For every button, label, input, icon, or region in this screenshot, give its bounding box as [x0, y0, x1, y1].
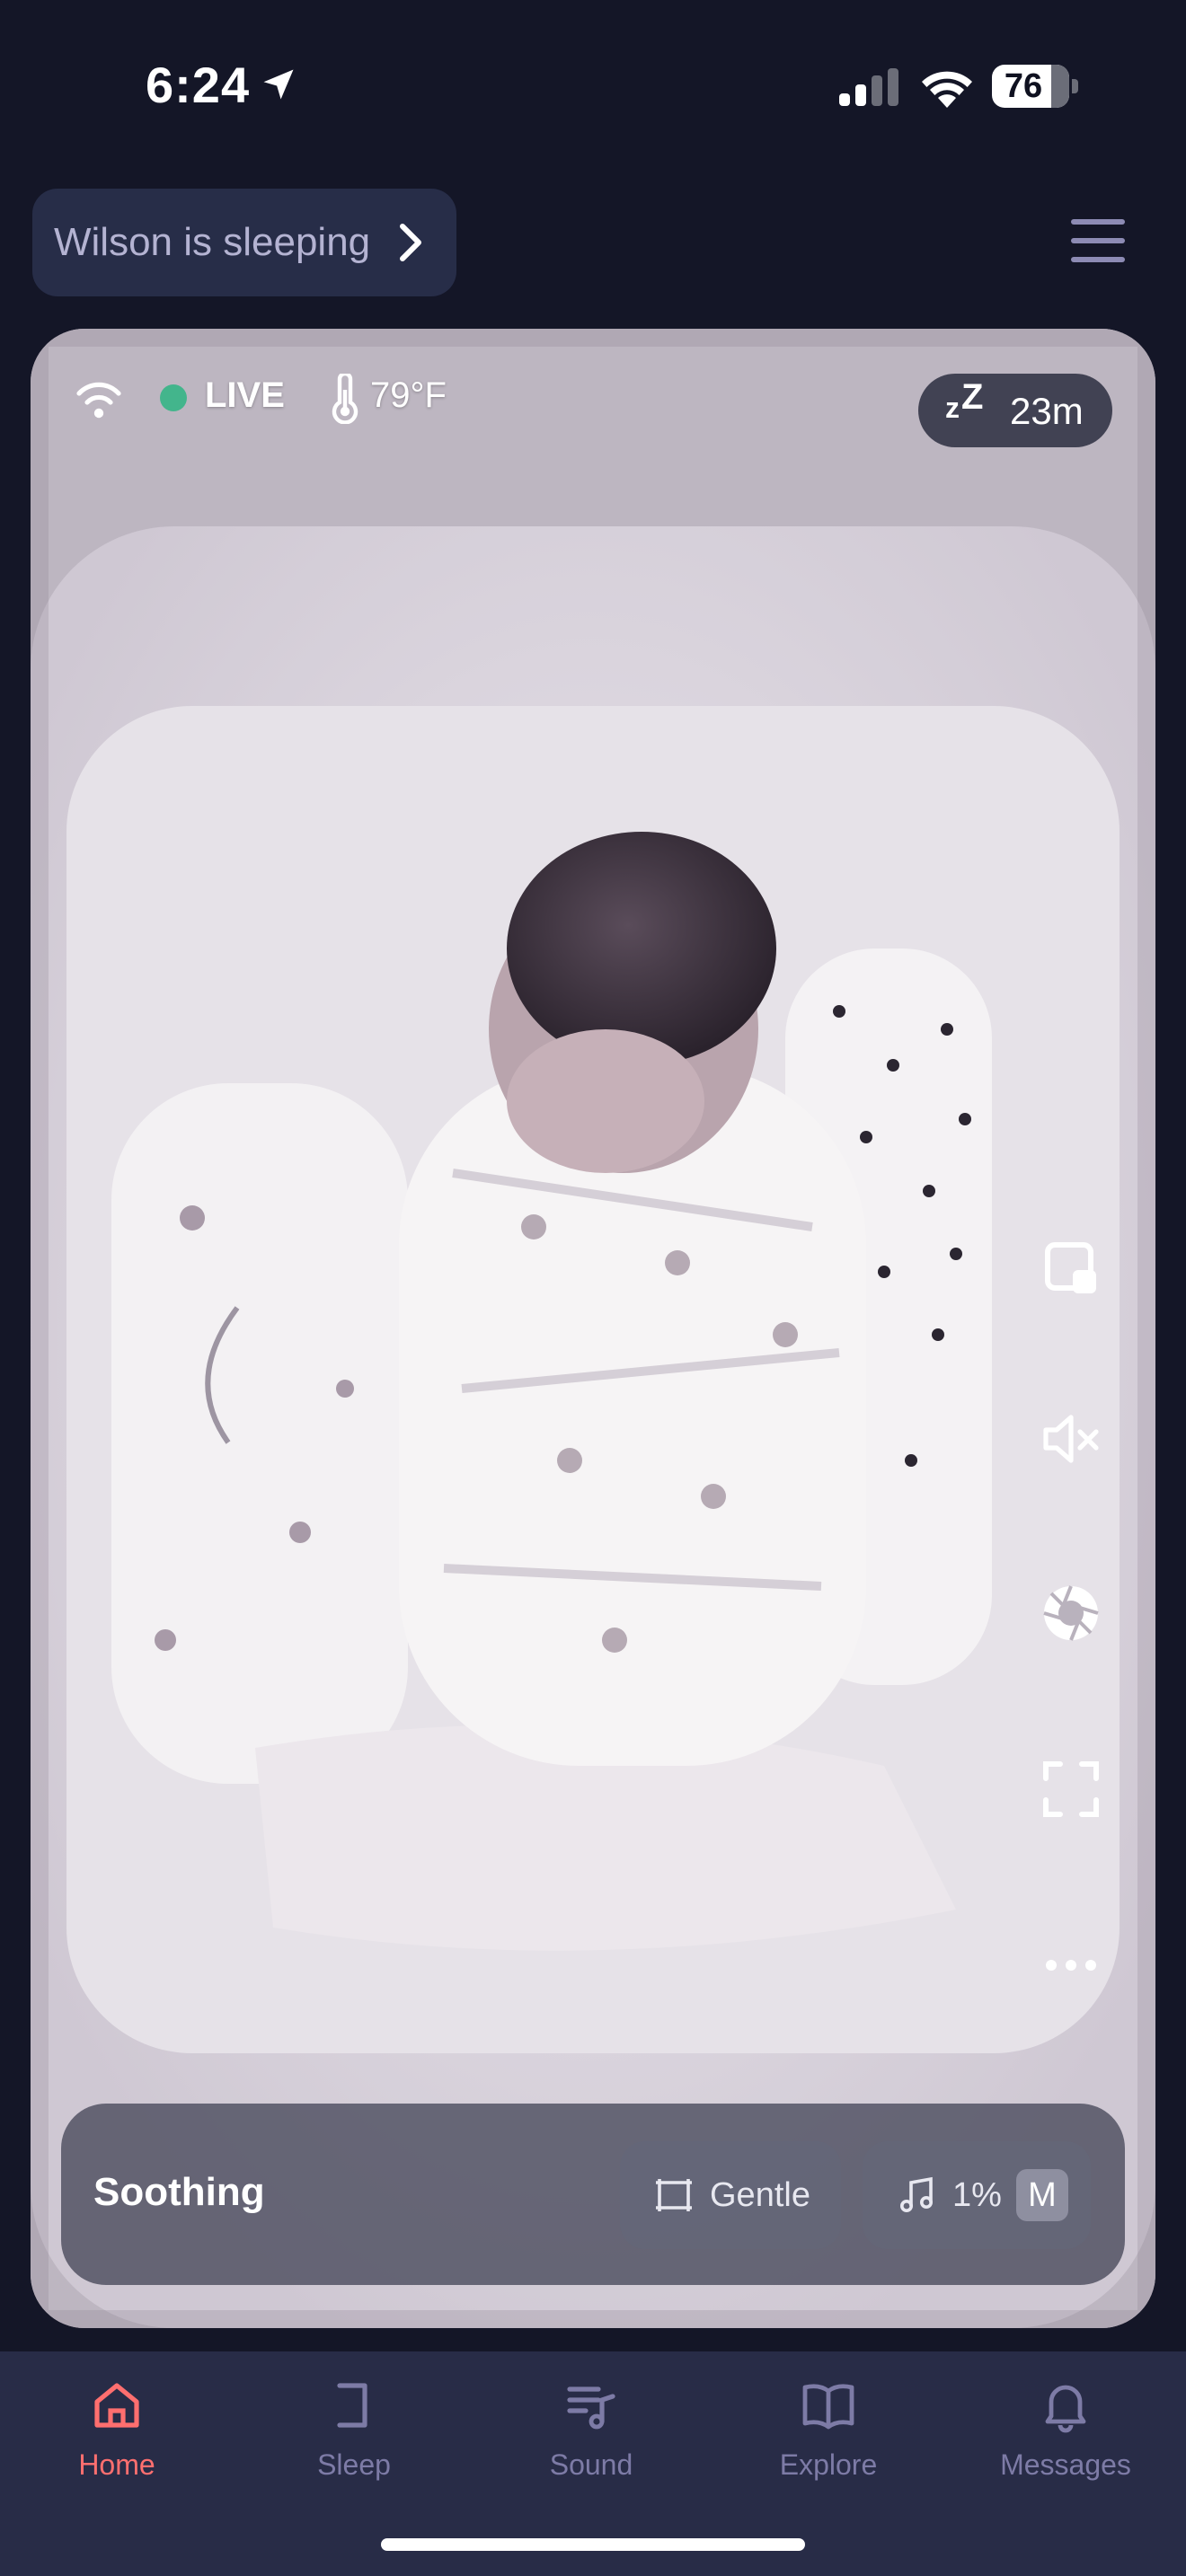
camera-feed[interactable]: LIVE 79°F zZ 23m Soothing Gentle 1% M — [31, 329, 1155, 2328]
fullscreen-button[interactable] — [1039, 1757, 1103, 1822]
home-icon — [94, 2383, 139, 2428]
zz-sleep-icon: zZ — [945, 377, 986, 424]
room-temperature: 79°F — [370, 375, 447, 415]
music-note-icon — [900, 2176, 933, 2212]
bell-icon — [1045, 2385, 1086, 2433]
nav-label-sound: Sound — [549, 2448, 633, 2481]
motion-level-button[interactable]: Gentle — [620, 2141, 841, 2249]
sleep-timer-badge: zZ 23m — [918, 374, 1112, 447]
fullscreen-icon — [1043, 1761, 1099, 1817]
bassinet-motion-icon — [656, 2179, 692, 2211]
wifi-icon — [922, 71, 972, 108]
status-bar: 6:24 76 — [0, 0, 1186, 171]
soothing-label: Soothing — [93, 2170, 265, 2214]
nav-item-explore[interactable]: Explore — [730, 2377, 927, 2511]
volume-level: 1% — [952, 2175, 1002, 2214]
baby-status-label: Wilson is sleeping — [54, 220, 371, 264]
nav-item-sound[interactable]: Sound — [492, 2377, 690, 2511]
nav-label-home: Home — [78, 2448, 155, 2481]
speaker-muted-icon — [1043, 1415, 1099, 1463]
sleep-duration: 23m — [1010, 390, 1084, 432]
clock: 6:24 — [146, 57, 251, 113]
battery-indicator: 76 — [992, 65, 1078, 108]
live-indicator-dot — [160, 384, 187, 411]
sleep-icon — [337, 2383, 367, 2428]
cellular-signal-icon — [839, 68, 898, 106]
soothing-controls: Soothing Gentle 1% M — [61, 2104, 1125, 2285]
hamburger-menu-icon[interactable] — [1067, 214, 1128, 268]
nav-label-explore: Explore — [779, 2448, 878, 2481]
nav-label-sleep: Sleep — [317, 2448, 391, 2481]
picture-in-picture-button[interactable] — [1039, 1236, 1103, 1301]
baby-status-chip[interactable]: Wilson is sleeping — [32, 189, 456, 296]
motion-level-label: Gentle — [710, 2175, 810, 2214]
location-arrow-icon — [263, 69, 294, 100]
camera-wifi-icon — [76, 382, 121, 419]
nav-item-messages[interactable]: Messages — [967, 2377, 1164, 2511]
sound-volume-button[interactable]: 1% M — [863, 2141, 1091, 2249]
nav-label-messages: Messages — [1000, 2448, 1131, 2481]
live-label: LIVE — [205, 375, 285, 415]
thermometer-icon — [332, 374, 358, 424]
app-root: 6:24 76 Wilson is sleeping LIVE 79°F zZ … — [0, 0, 1186, 2576]
more-options-icon — [1046, 1960, 1096, 1971]
sound-icon — [567, 2386, 615, 2430]
nav-item-sleep[interactable]: Sleep — [255, 2377, 453, 2511]
explore-book-icon — [802, 2384, 854, 2430]
camera-shutter-icon — [1043, 1585, 1099, 1641]
snapshot-button[interactable] — [1039, 1581, 1103, 1645]
picture-in-picture-icon — [1045, 1242, 1096, 1293]
home-indicator[interactable] — [381, 2538, 805, 2551]
chevron-right-icon — [400, 224, 421, 261]
battery-percent: 76 — [1004, 67, 1043, 105]
volume-mode-badge: M — [1015, 2169, 1068, 2221]
mute-button[interactable] — [1039, 1407, 1103, 1471]
nav-item-home[interactable]: Home — [18, 2377, 216, 2511]
more-options-button[interactable] — [1039, 1933, 1103, 1998]
nursery-camera-image — [31, 329, 1155, 2328]
